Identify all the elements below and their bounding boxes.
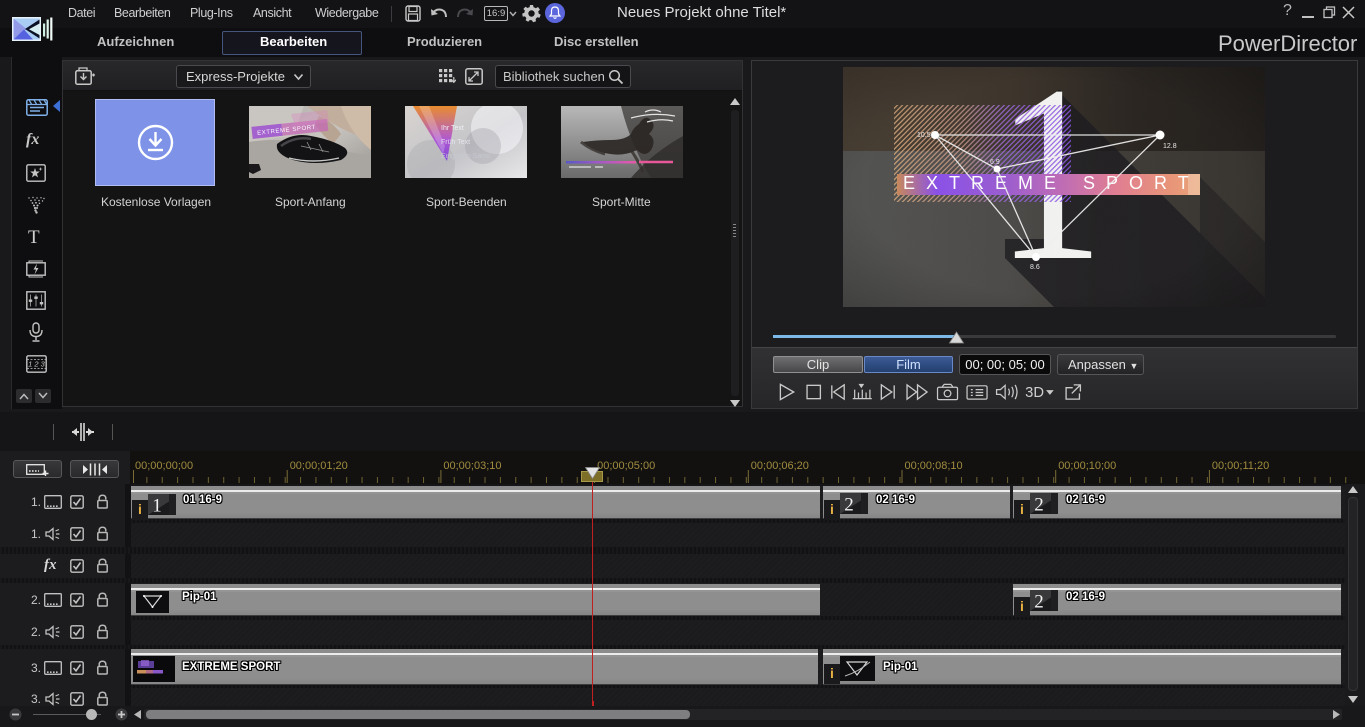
svg-text:1: 1 [152,496,162,516]
svg-text:00;00;01;20: 00;00;01;20 [290,460,348,472]
svg-text:00;00;00;00: 00;00;00;00 [135,460,193,472]
svg-text:00;00;03;10: 00;00;03;10 [443,460,501,472]
svg-text:Früh Text: Früh Text [441,139,470,146]
svg-text:00;00;11;20: 00;00;11;20 [1212,460,1269,472]
svg-text:2: 2 [1034,592,1044,612]
svg-text:2: 2 [844,495,854,515]
svg-text:3D: 3D [1025,385,1044,401]
svg-text:2: 2 [1034,495,1044,515]
svg-text:00;00;10;00: 00;00;10;00 [1058,460,1116,472]
svg-text:00;00;06;20: 00;00;06;20 [751,460,809,472]
svg-text:00;00;05;00: 00;00;05;00 [597,460,655,472]
svg-text:1 2 3: 1 2 3 [28,360,46,369]
svg-text:Eingeben Sams: Eingeben Sams [441,153,491,160]
svg-text:00;00;08;10: 00;00;08;10 [905,460,963,472]
svg-text:Ihr Text: Ihr Text [441,125,464,132]
